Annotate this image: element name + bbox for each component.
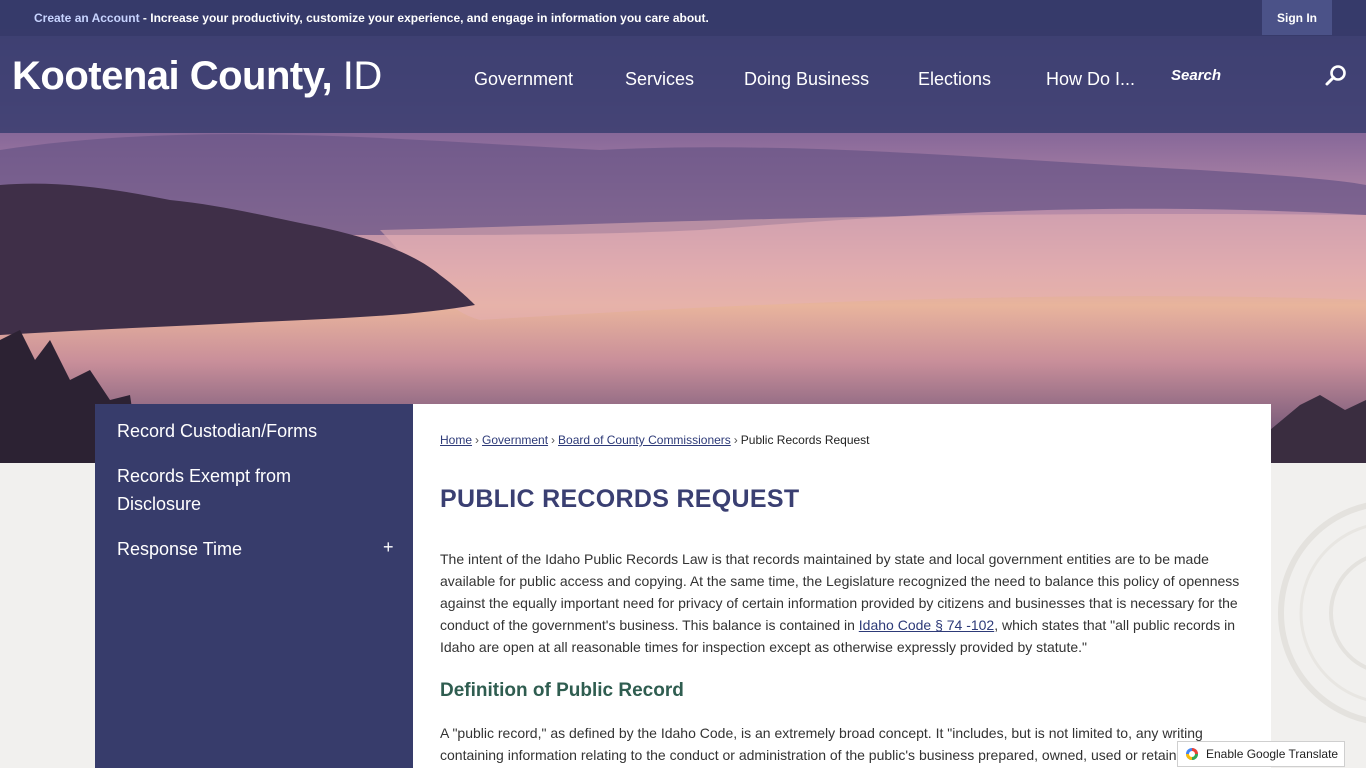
main-content: Home › Government › Board of County Commissi… — [413, 404, 1271, 768]
nav-how-do-i[interactable]: How Do I... — [1046, 69, 1135, 90]
breadcrumb: Home › Government › Board of County Commissi… — [440, 433, 870, 447]
account-message-text: - Increase your productivity, customize … — [139, 11, 709, 25]
sidebar-item-record-custodian[interactable]: Record Custodian/Forms — [117, 417, 387, 445]
sidebar-nav: Record Custodian/Forms Records Exempt fr… — [95, 404, 413, 768]
definition-paragraph: A "public record," as defined by the Ida… — [440, 725, 1237, 763]
page-title: PUBLIC RECORDS REQUEST — [440, 485, 800, 513]
site-header: Kootenai County, ID Government Services … — [0, 36, 1366, 133]
sidebar-item-response-time[interactable]: Response Time — [117, 535, 367, 563]
account-message: Create an Account - Increase your produc… — [34, 11, 709, 25]
idaho-code-link[interactable]: Idaho Code § 74 -102 — [859, 617, 994, 633]
logo-county: Kootenai County, — [12, 54, 333, 98]
county-seal-watermark — [1271, 463, 1366, 768]
nav-elections[interactable]: Elections — [918, 69, 991, 90]
breadcrumb-current: Public Records Request — [740, 433, 870, 447]
search-input[interactable]: Search — [1171, 67, 1221, 84]
nav-government[interactable]: Government — [474, 69, 573, 90]
breadcrumb-separator: › — [733, 433, 738, 447]
nav-doing-business[interactable]: Doing Business — [744, 69, 869, 90]
site-logo[interactable]: Kootenai County, ID — [12, 54, 382, 99]
sidebar-item-records-exempt[interactable]: Records Exempt from Disclosure — [117, 462, 317, 518]
expand-plus-icon[interactable]: + — [383, 537, 394, 558]
google-translate-label: Enable Google Translate — [1206, 747, 1339, 761]
sign-in-button[interactable]: Sign In — [1262, 0, 1332, 35]
google-translate-icon — [1184, 746, 1200, 762]
nav-services[interactable]: Services — [625, 69, 694, 90]
utility-bar: Create an Account - Increase your produc… — [0, 0, 1366, 36]
breadcrumb-board[interactable]: Board of County Commissioners — [558, 433, 731, 447]
breadcrumb-separator: › — [475, 433, 480, 447]
section-title: Definition of Public Record — [440, 680, 684, 701]
breadcrumb-home[interactable]: Home — [440, 433, 472, 447]
breadcrumb-government[interactable]: Government — [482, 433, 548, 447]
create-account-link[interactable]: Create an Account — [34, 11, 140, 25]
breadcrumb-separator: › — [551, 433, 556, 447]
google-translate-button[interactable]: Enable Google Translate — [1177, 741, 1345, 767]
search-icon[interactable] — [1324, 64, 1348, 88]
logo-state: ID — [342, 54, 383, 98]
intro-paragraph: The intent of the Idaho Public Records L… — [440, 548, 1250, 658]
